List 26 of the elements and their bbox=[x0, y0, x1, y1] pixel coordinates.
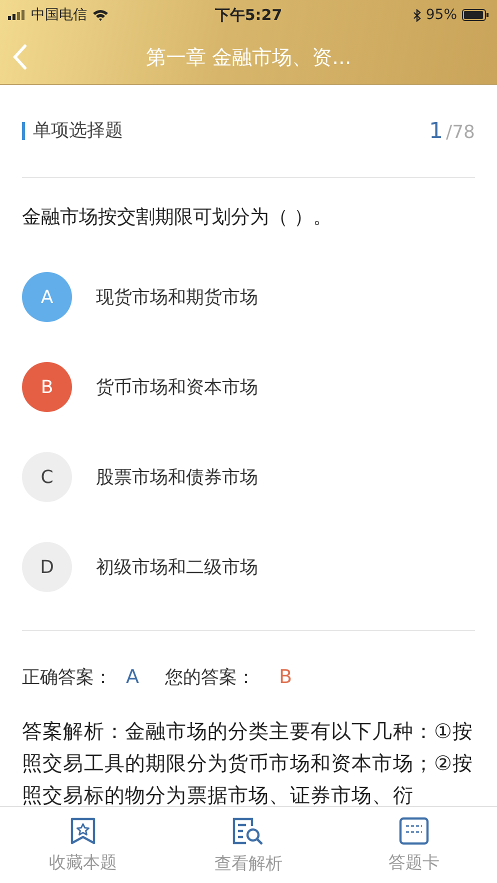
question-number: 1 bbox=[429, 118, 444, 144]
clock-time: 下午5:27 bbox=[214, 6, 282, 24]
question-text: 金融市场按交割期限可划分为（ ）。 bbox=[22, 205, 334, 230]
option-text[interactable]: 初级市场和二级市场 bbox=[96, 555, 258, 579]
star-bookmark-icon[interactable] bbox=[70, 816, 96, 844]
option-text[interactable]: 货币市场和资本市场 bbox=[96, 375, 258, 399]
option-text[interactable]: 股票市场和债券市场 bbox=[96, 465, 258, 489]
correct-answer: A bbox=[126, 666, 139, 688]
bluetooth-icon bbox=[412, 8, 421, 22]
carrier-name: 中国电信 bbox=[31, 6, 87, 24]
your-answer-label: 您的答案： bbox=[165, 666, 255, 689]
question-total: /78 bbox=[446, 122, 475, 142]
wifi-icon bbox=[92, 9, 109, 21]
battery-icon bbox=[462, 9, 489, 21]
explanation-text: 答案解析：金融市场的分类主要有以下几种：①按照交易工具的期限分为货币市场和资本市场；②按照交易标的物分为票据市场、证券市场、衍 bbox=[22, 718, 474, 806]
option-letter[interactable]: C bbox=[22, 452, 72, 502]
option-letter[interactable]: D bbox=[22, 542, 72, 592]
option-text[interactable]: 现货市场和期货市场 bbox=[96, 285, 258, 309]
section-title: 单项选择题 bbox=[22, 122, 123, 140]
document-search-icon[interactable] bbox=[232, 816, 264, 846]
your-answer: B bbox=[279, 666, 292, 688]
page-title: 第一章 金融市场、资... bbox=[146, 44, 352, 70]
correct-answer-label: 正确答案： bbox=[22, 666, 112, 689]
card-icon[interactable] bbox=[399, 816, 430, 844]
battery-percent: 95% bbox=[426, 7, 457, 23]
signal-icon bbox=[8, 10, 26, 20]
